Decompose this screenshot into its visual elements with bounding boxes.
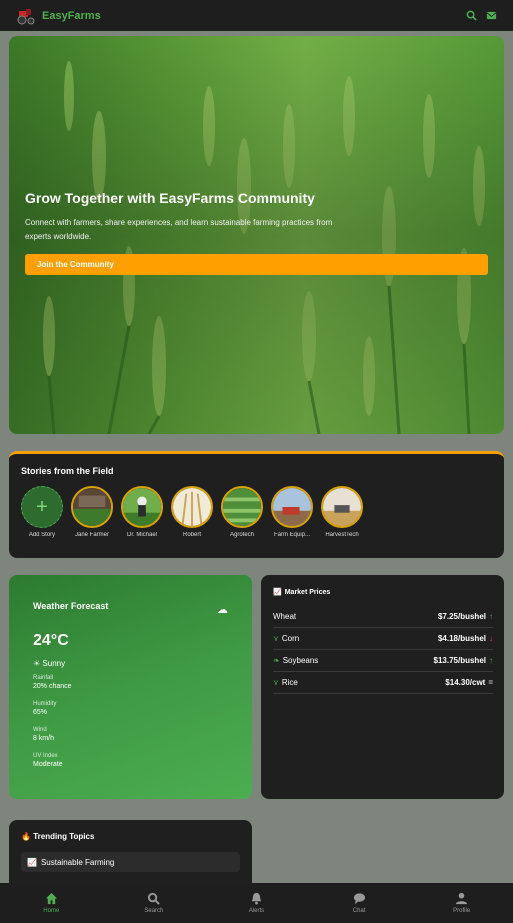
mail-icon[interactable] <box>486 10 497 21</box>
partly-cloudy-icon: ☁ <box>217 604 228 616</box>
search-icon <box>148 892 161 905</box>
chart-line-icon: 📈 <box>273 589 282 596</box>
nav-chat[interactable]: Chat <box>308 883 411 923</box>
home-icon <box>45 892 57 905</box>
nav-profile[interactable]: Profile <box>410 883 513 923</box>
hero-title: Grow Together with EasyFarms Community <box>25 190 315 206</box>
hero-banner: Grow Together with EasyFarms Community C… <box>9 36 504 434</box>
add-story-icon[interactable]: + <box>21 486 63 528</box>
arrow-up-icon: ↑ <box>489 612 493 621</box>
story-avatar[interactable] <box>321 486 363 528</box>
top-app-bar: EasyFarms <box>0 0 513 31</box>
leaf-icon: ❧ <box>273 656 280 665</box>
story-label: Farm Equip... <box>273 532 310 538</box>
story-add[interactable]: + Add Story <box>17 486 67 538</box>
story-item[interactable]: HarvestTech <box>317 486 367 538</box>
chat-icon <box>353 893 365 905</box>
weather-stat: Humidity 65% <box>33 701 57 716</box>
weather-title: Weather Forecast <box>33 601 109 611</box>
sprout-icon: ⋎ <box>273 678 279 687</box>
equals-icon: = <box>488 678 493 687</box>
join-community-button[interactable]: Join the Community <box>25 254 488 275</box>
story-avatar[interactable] <box>171 486 213 528</box>
story-item[interactable]: Agrotech <box>217 486 267 538</box>
arrow-down-icon: ↓ <box>489 634 493 643</box>
nav-alerts[interactable]: Alerts <box>205 883 308 923</box>
story-label: Robert <box>182 532 201 538</box>
tractor-logo-icon <box>17 8 35 24</box>
weather-stat: Wind 8 km/h <box>33 727 55 742</box>
market-row[interactable]: ⋎ Corn $4.18/bushel ↓ <box>273 628 493 650</box>
story-label: Jane Farmer <box>74 532 109 538</box>
market-row[interactable]: ⋎ Rice $14.30/cwt = <box>273 672 493 694</box>
bottom-navigation: Home Search Alerts Chat Profile <box>0 883 513 923</box>
sprout-icon: ⋎ <box>273 634 279 643</box>
weather-condition: ☀ Sunny <box>33 659 66 668</box>
weather-stat: UV Index Moderate <box>33 753 63 768</box>
market-prices-card: 📈 Market Prices Wheat $7.25/bushel ↑ ⋎ Cor… <box>261 575 504 799</box>
market-row[interactable]: ❧ Soybeans $13.75/bushel ↑ <box>273 650 493 672</box>
story-label: Agrotech <box>229 532 254 538</box>
story-item[interactable]: Dr. Michael <box>117 486 167 538</box>
arrow-up-icon: ↑ <box>489 656 493 665</box>
trending-title: 🔥 Trending Topics <box>21 832 95 841</box>
sun-icon: ☀ <box>33 659 41 668</box>
story-avatar[interactable] <box>71 486 113 528</box>
temperature: 24°C <box>33 632 69 649</box>
story-item[interactable]: Farm Equip... <box>267 486 317 538</box>
stories-title: Stories from the Field <box>21 466 114 476</box>
story-label: Dr. Michael <box>126 532 157 538</box>
weather-stat: Rainfall 20% chance <box>33 675 72 690</box>
story-item[interactable]: Robert <box>167 486 217 538</box>
trending-topic-item[interactable]: 📈 Sustainable Farming <box>21 852 240 872</box>
search-icon[interactable] <box>466 10 477 21</box>
bell-icon <box>251 892 262 905</box>
story-label: Add Story <box>28 532 56 538</box>
nav-home[interactable]: Home <box>0 883 103 923</box>
story-label: HarvestTech <box>325 532 359 538</box>
story-avatar[interactable] <box>221 486 263 528</box>
stories-section: Stories from the Field + Add Story Jane … <box>9 451 504 558</box>
app-name[interactable]: EasyFarms <box>42 10 101 22</box>
hero-description: Connect with farmers, share experiences,… <box>25 218 333 241</box>
story-item[interactable]: Jane Farmer <box>67 486 117 538</box>
market-row[interactable]: Wheat $7.25/bushel ↑ <box>273 606 493 628</box>
user-icon <box>456 892 468 905</box>
story-avatar[interactable] <box>121 486 163 528</box>
story-avatar[interactable] <box>271 486 313 528</box>
market-title: 📈 Market Prices <box>273 588 331 597</box>
nav-search[interactable]: Search <box>103 883 206 923</box>
chart-line-icon: 📈 <box>27 857 37 867</box>
fire-icon: 🔥 <box>21 832 31 841</box>
weather-card: Weather Forecast ☁ 24°C ☀ Sunny Rainfall… <box>9 575 252 799</box>
